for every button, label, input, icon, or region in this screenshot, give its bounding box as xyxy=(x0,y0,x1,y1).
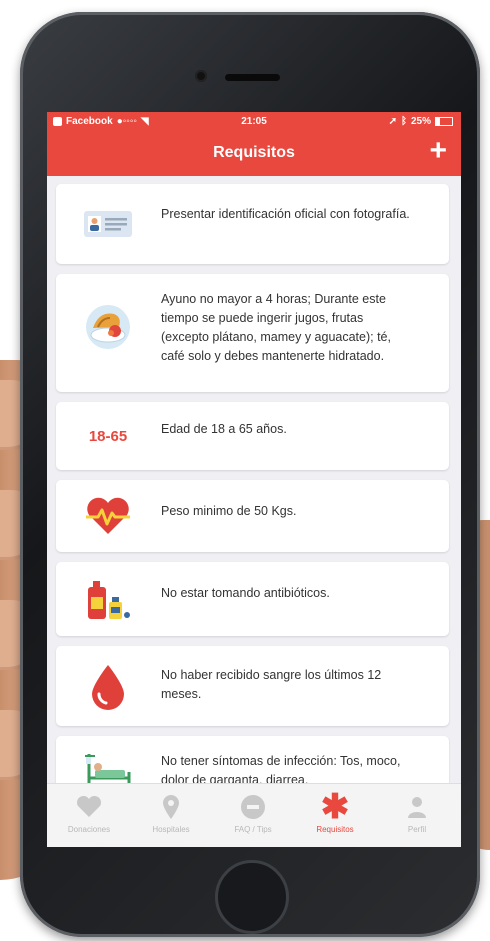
location-pin-icon xyxy=(130,792,212,822)
blood-drop-icon xyxy=(80,662,136,712)
battery-percent: 25% xyxy=(410,116,431,127)
user-icon xyxy=(376,792,458,822)
tab-perfil[interactable]: Perfil xyxy=(376,792,458,834)
battery-icon xyxy=(435,117,453,126)
requirements-list[interactable]: Presentar identificación oficial con fot… xyxy=(47,176,461,783)
location-arrow-icon: ➚ xyxy=(388,116,397,127)
requirement-card: Presentar identificación oficial con fot… xyxy=(56,184,449,264)
medicine-bottles-icon xyxy=(80,578,136,622)
requirement-text: Presentar identificación oficial con fot… xyxy=(161,207,410,221)
status-bar: Facebook ●◦◦◦◦ ◥ 21:05 ➚ ᛒ 25% xyxy=(47,112,461,132)
requirement-card: Peso minimo de 50 Kgs. xyxy=(56,480,449,552)
tab-label: Perfil xyxy=(407,825,427,834)
front-camera xyxy=(195,70,207,82)
home-button[interactable] xyxy=(215,860,289,934)
info-icon xyxy=(212,792,294,822)
earpiece-speaker xyxy=(225,74,280,81)
add-button[interactable]: + xyxy=(429,136,447,166)
heart-pulse-icon xyxy=(80,494,136,538)
breakfast-icon xyxy=(80,302,136,352)
requirement-text: Peso minimo de 50 Kgs. xyxy=(161,504,297,518)
tab-donaciones[interactable]: Donaciones xyxy=(48,792,130,834)
hospital-bed-icon xyxy=(80,750,136,783)
tab-label: Requisitos xyxy=(316,825,354,834)
requirement-text: No tener síntomas de infección: Tos, moc… xyxy=(161,754,401,783)
requirement-text: Edad de 18 a 65 años. xyxy=(161,422,287,436)
tab-label: Hospitales xyxy=(152,825,190,834)
tab-hospitales[interactable]: Hospitales xyxy=(130,792,212,834)
requirement-card: 18-65 Edad de 18 a 65 años. xyxy=(56,402,449,470)
tab-label: Donaciones xyxy=(67,825,111,834)
app-screen: Facebook ●◦◦◦◦ ◥ 21:05 ➚ ᛒ 25% Requisito… xyxy=(47,112,461,847)
page-title: Requisitos xyxy=(213,144,295,161)
id-card-icon xyxy=(80,206,136,242)
requirement-text: No estar tomando antibióticos. xyxy=(161,586,330,600)
requirement-card: Ayuno no mayor a 4 horas; Durante este t… xyxy=(56,274,449,392)
asterisk-icon: ✱ xyxy=(320,788,350,826)
tab-faq[interactable]: FAQ / Tips xyxy=(212,792,294,834)
tab-label: FAQ / Tips xyxy=(234,825,272,834)
tab-requisitos[interactable]: ✱ Requisitos xyxy=(294,788,376,834)
requirement-card: No estar tomando antibióticos. xyxy=(56,562,449,636)
requirement-text: Ayuno no mayor a 4 horas; Durante este t… xyxy=(161,292,391,363)
bluetooth-icon: ᛒ xyxy=(400,116,407,127)
heart-icon xyxy=(48,792,130,822)
status-right: ➚ ᛒ 25% xyxy=(389,116,453,127)
nav-bar: Requisitos + xyxy=(47,132,461,176)
requirement-card: No haber recibido sangre los últimos 12 … xyxy=(56,646,449,726)
age-range-icon: 18-65 xyxy=(80,424,136,448)
requirement-text: No haber recibido sangre los últimos 12 … xyxy=(161,668,382,701)
tab-bar: Donaciones Hospitales FAQ / Tips ✱ Requi… xyxy=(47,783,461,847)
requirement-card: No tener síntomas de infección: Tos, moc… xyxy=(56,736,449,783)
age-range-badge: 18-65 xyxy=(88,427,128,445)
